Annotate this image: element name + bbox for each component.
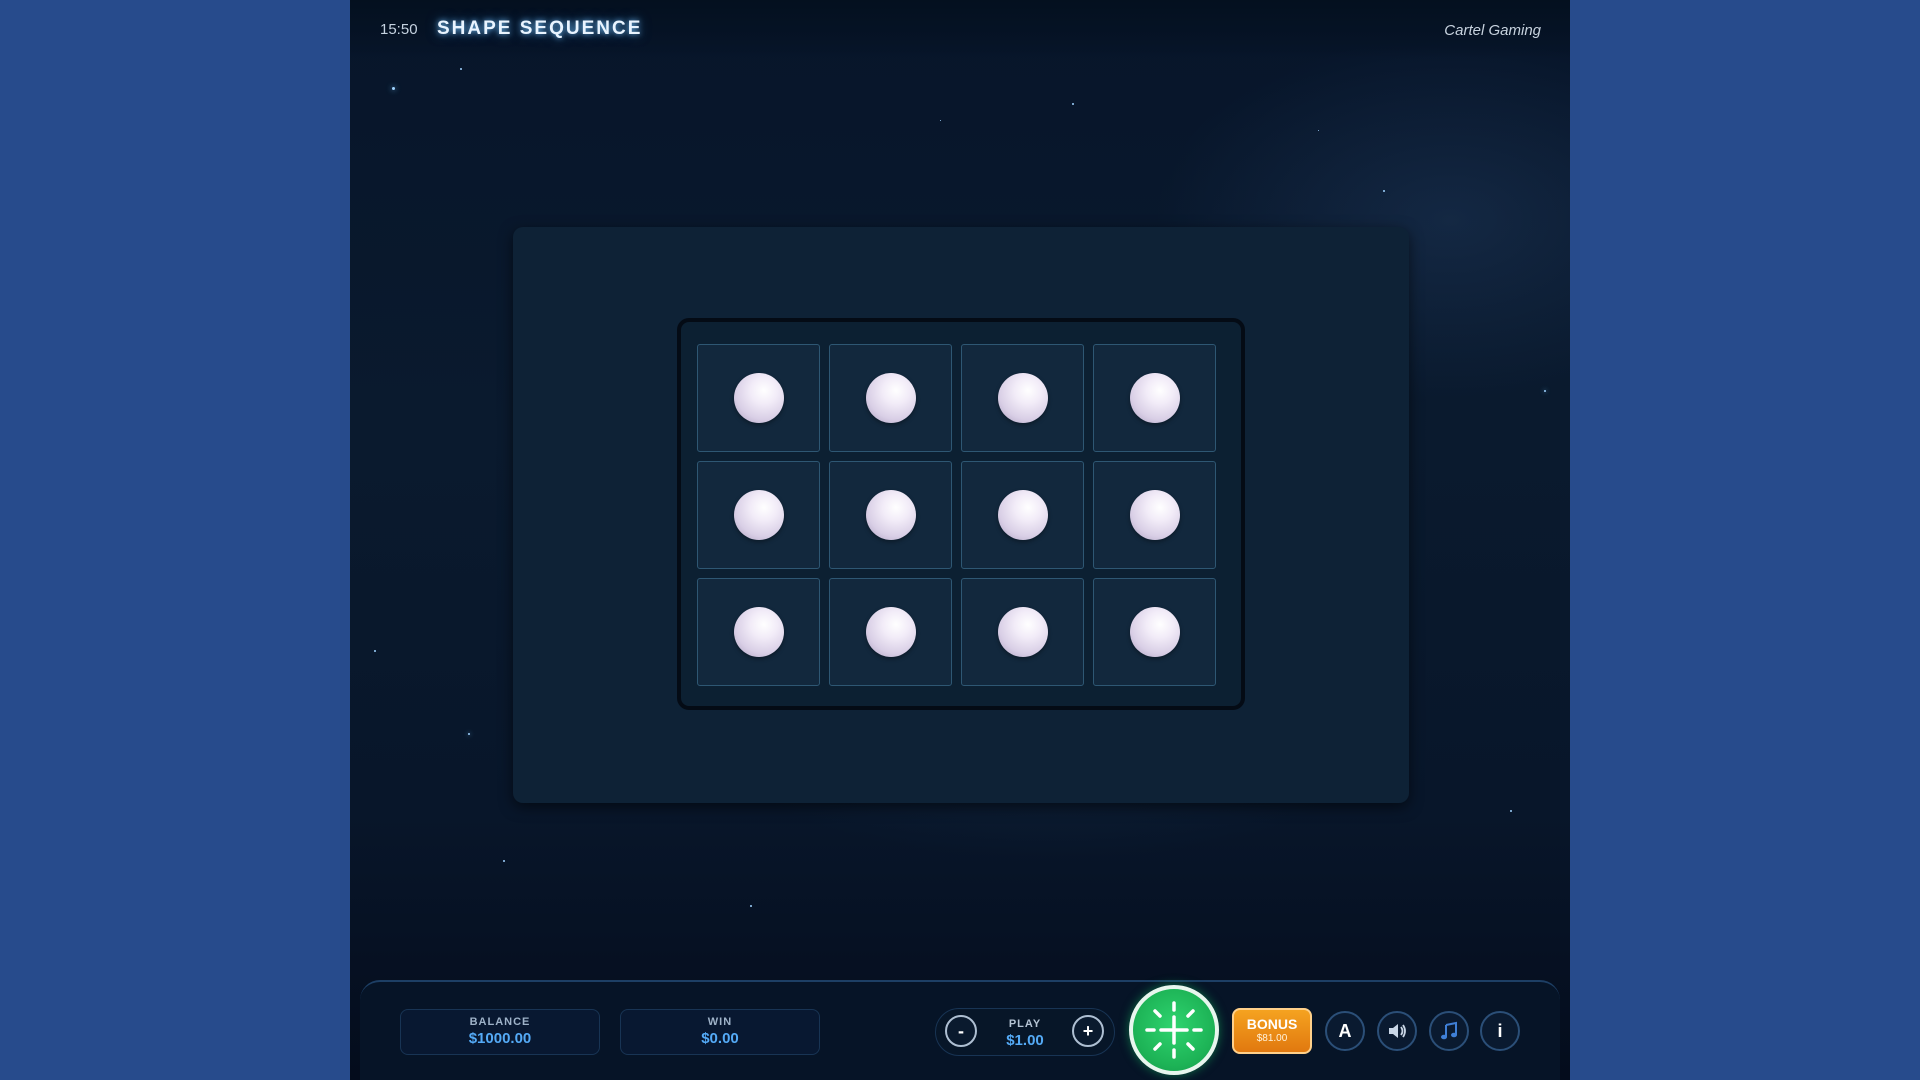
orb-icon	[997, 490, 1048, 540]
grid-cell[interactable]	[697, 461, 820, 569]
grid-cell[interactable]	[829, 461, 952, 569]
sparkle-plus-icon	[1145, 1001, 1203, 1059]
clock: 15:50	[380, 21, 418, 38]
symbol-grid	[697, 344, 1216, 686]
star	[460, 68, 462, 70]
spin-button[interactable]	[1129, 985, 1219, 1075]
orb-icon	[997, 373, 1048, 423]
bonus-price: $81.00	[1256, 1033, 1288, 1044]
win-label: WIN	[707, 1016, 733, 1028]
win-value: $0.00	[701, 1030, 739, 1047]
grid-cell[interactable]	[961, 461, 1084, 569]
grid-cell[interactable]	[1093, 344, 1216, 452]
grid-cell[interactable]	[829, 578, 952, 686]
star	[374, 650, 376, 652]
grid-cell[interactable]	[961, 578, 1084, 686]
star	[1544, 390, 1546, 392]
balance-box: BALANCE $1000.00	[400, 1009, 600, 1055]
grid-cell[interactable]	[697, 578, 820, 686]
orb-icon	[865, 607, 916, 657]
star	[503, 860, 505, 862]
orb-icon	[997, 607, 1048, 657]
orb-icon	[733, 373, 784, 423]
star	[392, 87, 395, 90]
orb-icon	[1129, 607, 1180, 657]
balance-label: BALANCE	[469, 1016, 531, 1028]
grid-cell[interactable]	[1093, 578, 1216, 686]
orb-icon	[733, 607, 784, 657]
star	[468, 733, 470, 735]
orb-icon	[1129, 373, 1180, 423]
autoplay-button[interactable]: A	[1325, 1011, 1365, 1051]
music-button[interactable]	[1429, 1011, 1469, 1051]
play-amount-control: - PLAY $1.00 +	[935, 1008, 1115, 1056]
grid-cell[interactable]	[697, 344, 820, 452]
grid-cell[interactable]	[961, 344, 1084, 452]
orb-icon	[733, 490, 784, 540]
grid-cell[interactable]	[829, 344, 952, 452]
balance-value: $1000.00	[468, 1030, 532, 1047]
game-title: SHAPE SEQUENCE	[437, 18, 643, 39]
increase-bet-button[interactable]: +	[1072, 1015, 1104, 1047]
win-box: WIN $0.00	[620, 1009, 820, 1055]
bonus-label: BONUS	[1246, 1016, 1298, 1032]
orb-icon	[865, 490, 916, 540]
star	[1072, 103, 1074, 105]
game-frame: 15:50 SHAPE SEQUENCE Cartel Gaming BALAN…	[350, 0, 1570, 1080]
orb-icon	[865, 373, 916, 423]
grid-cell[interactable]	[1093, 461, 1216, 569]
top-bar: 15:50 SHAPE SEQUENCE Cartel Gaming	[350, 0, 1570, 58]
star	[1383, 190, 1385, 192]
bonus-buy-button[interactable]: BONUS $81.00	[1232, 1008, 1312, 1054]
speaker-icon	[1389, 1024, 1406, 1038]
star	[940, 120, 941, 121]
brand-name: Cartel Gaming	[1444, 22, 1541, 39]
star	[1318, 130, 1319, 131]
orb-icon	[1129, 490, 1180, 540]
star	[750, 905, 752, 907]
star	[1510, 810, 1512, 812]
sound-button[interactable]	[1377, 1011, 1417, 1051]
info-button[interactable]: i	[1480, 1011, 1520, 1051]
music-note-icon	[1441, 1021, 1457, 1040]
